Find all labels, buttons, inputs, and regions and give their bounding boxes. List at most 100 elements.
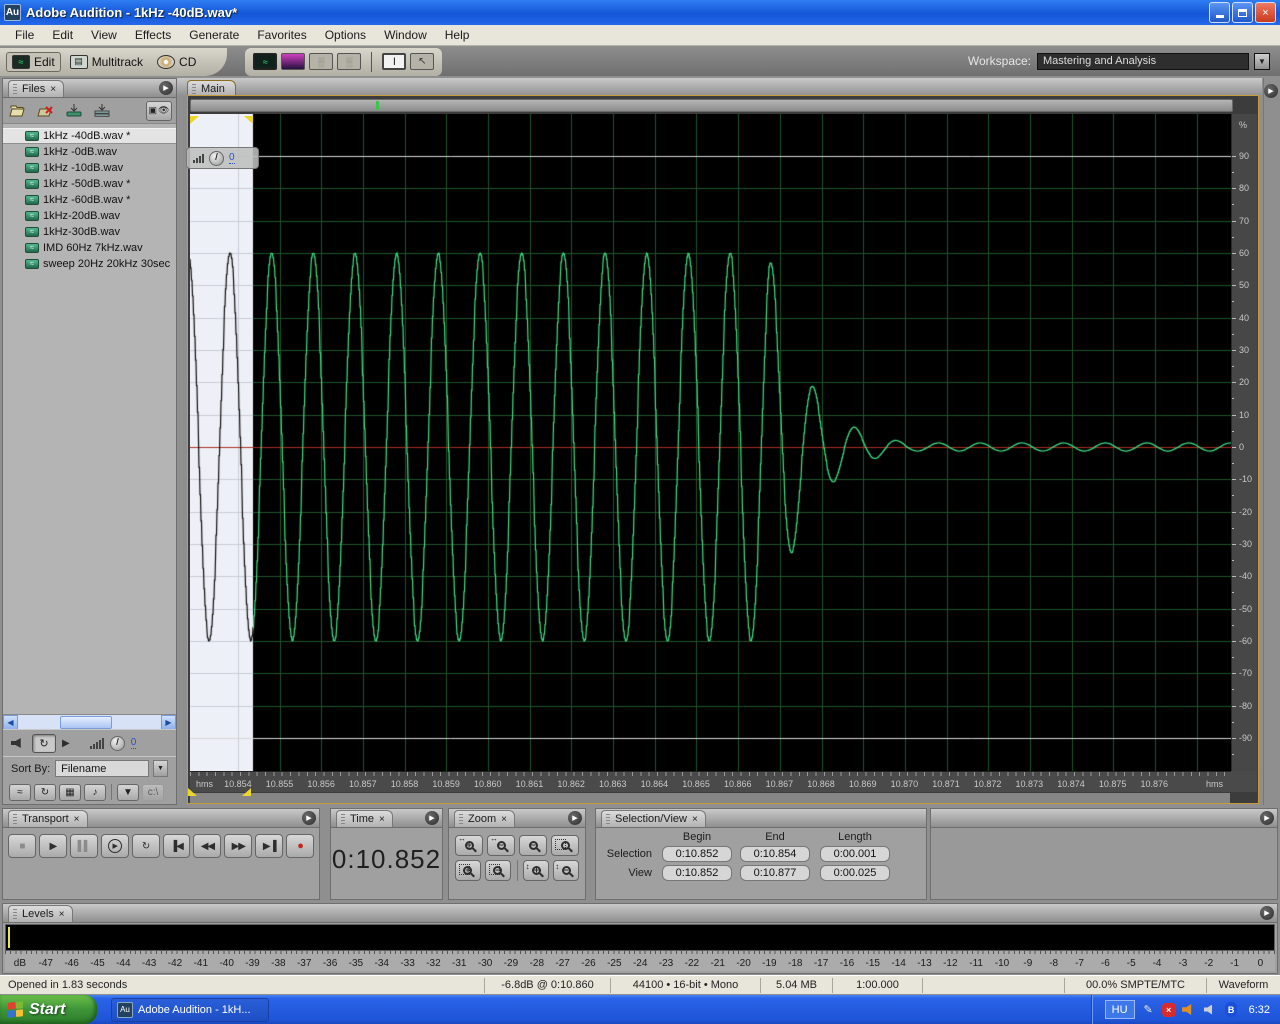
preview-play-button[interactable]: ▶ bbox=[62, 738, 70, 749]
full-path-button[interactable]: c:\ bbox=[142, 783, 164, 801]
zoom-menu-button[interactable]: ▶ bbox=[568, 811, 582, 825]
selection-view-close-icon[interactable]: × bbox=[692, 814, 698, 825]
transport-close-icon[interactable]: × bbox=[74, 814, 80, 825]
volume-hud[interactable]: 0 bbox=[186, 147, 259, 169]
scrub-tool-button[interactable]: ↖ bbox=[410, 53, 435, 70]
open-file-button[interactable] bbox=[7, 102, 29, 120]
record-button[interactable]: ● bbox=[286, 834, 315, 858]
file-list-item[interactable]: ≈1kHz -50dB.wav * bbox=[3, 176, 176, 192]
view-end-field[interactable]: 0:10.877 bbox=[740, 865, 810, 881]
file-list-item[interactable]: ≈ IMD 60Hz 7kHz.wav bbox=[3, 240, 176, 256]
preview-volume-value[interactable]: 0 bbox=[130, 737, 137, 749]
menu-generate[interactable]: Generate bbox=[180, 26, 248, 44]
spectral-frequency-button[interactable] bbox=[281, 53, 306, 70]
menu-view[interactable]: View bbox=[82, 26, 126, 44]
zoom-out-horizontal-button[interactable]: ↔ − bbox=[487, 835, 515, 856]
audio-device-icon[interactable] bbox=[1203, 1002, 1218, 1017]
menu-options[interactable]: Options bbox=[316, 26, 375, 44]
zoom-in-left-edge-button[interactable]: + bbox=[455, 860, 481, 881]
file-list-item[interactable]: ≈1kHz -60dB.wav * bbox=[3, 192, 176, 208]
file-list-item[interactable]: ≈1kHz -10dB.wav bbox=[3, 160, 176, 176]
files-tab[interactable]: Files × bbox=[8, 80, 65, 97]
view-position-indicator[interactable] bbox=[376, 101, 379, 110]
display-options-toggle[interactable]: ▣ 👁 bbox=[146, 100, 172, 121]
scroll-left-arrow[interactable]: ◀ bbox=[3, 714, 18, 730]
zoom-tab[interactable]: Zoom × bbox=[454, 810, 515, 827]
go-to-beginning-button[interactable]: ▐◀ bbox=[162, 834, 191, 858]
files-close-icon[interactable]: × bbox=[50, 84, 56, 95]
time-close-icon[interactable]: × bbox=[379, 814, 385, 825]
selection-start-handle-bottom[interactable] bbox=[188, 788, 197, 796]
cd-view-button[interactable]: CD bbox=[152, 53, 201, 71]
sort-by-select[interactable]: Filename bbox=[55, 760, 149, 777]
selection-view-tab[interactable]: Selection/View × bbox=[601, 810, 706, 827]
show-audio-files-button[interactable]: ≈ bbox=[9, 783, 31, 801]
show-loop-files-button[interactable]: ↻ bbox=[34, 783, 56, 801]
waveform-display[interactable] bbox=[190, 114, 1232, 771]
dock-menu-button[interactable]: ▶ bbox=[1264, 84, 1278, 98]
file-list-item[interactable]: ≈1kHz-20dB.wav bbox=[3, 208, 176, 224]
view-begin-field[interactable]: 0:10.852 bbox=[662, 865, 732, 881]
show-video-files-button[interactable]: ▦ bbox=[59, 783, 81, 801]
view-length-field[interactable]: 0:00.025 bbox=[820, 865, 890, 881]
show-midi-files-button[interactable]: ♪ bbox=[84, 783, 106, 801]
selection-end-handle-top[interactable] bbox=[244, 116, 253, 124]
mute-preview-icon[interactable] bbox=[11, 738, 21, 748]
files-panel-menu-button[interactable]: ▶ bbox=[159, 81, 173, 95]
stop-button[interactable]: ■ bbox=[8, 834, 36, 858]
zoom-out-vertical-button[interactable]: ↕ − bbox=[553, 860, 579, 881]
file-list-item[interactable]: ≈1kHz -0dB.wav bbox=[3, 144, 176, 160]
preview-volume-knob[interactable] bbox=[109, 735, 125, 751]
selection-begin-field[interactable]: 0:10.852 bbox=[662, 846, 732, 862]
scrollbar-thumb[interactable] bbox=[60, 715, 112, 729]
time-menu-button[interactable]: ▶ bbox=[425, 811, 439, 825]
zoom-out-full-button[interactable]: − bbox=[519, 835, 547, 856]
menu-window[interactable]: Window bbox=[375, 26, 436, 44]
loop-preview-button[interactable]: ↻ bbox=[32, 733, 56, 753]
waveform-display-button[interactable]: ≈ bbox=[253, 53, 278, 70]
time-tab[interactable]: Time × bbox=[336, 810, 393, 827]
security-alert-icon[interactable]: × bbox=[1161, 1002, 1176, 1017]
multitrack-view-button[interactable]: ▤ Multitrack bbox=[65, 53, 148, 71]
dock-area-menu-button[interactable]: ▶ bbox=[1260, 811, 1274, 825]
main-tab[interactable]: Main bbox=[187, 80, 236, 96]
filter-view-button[interactable]: ▼ bbox=[117, 783, 139, 801]
play-looped-button[interactable]: ↻ bbox=[131, 834, 160, 858]
menu-help[interactable]: Help bbox=[436, 26, 479, 44]
file-list-item[interactable]: ≈1kHz -40dB.wav * bbox=[3, 128, 176, 144]
sort-dropdown-arrow[interactable]: ▼ bbox=[153, 760, 168, 777]
zoom-close-icon[interactable]: × bbox=[501, 814, 507, 825]
taskbar-item-audition[interactable]: Au Adobe Audition - 1kH... bbox=[111, 997, 269, 1022]
hud-volume-knob[interactable] bbox=[209, 150, 224, 166]
files-horizontal-scrollbar[interactable]: ◀ ▶ bbox=[3, 714, 176, 730]
transport-tab[interactable]: Transport × bbox=[8, 810, 88, 827]
workspace-dropdown-arrow[interactable]: ▼ bbox=[1254, 52, 1270, 70]
transport-menu-button[interactable]: ▶ bbox=[302, 811, 316, 825]
menu-favorites[interactable]: Favorites bbox=[248, 26, 315, 44]
restore-button[interactable] bbox=[1232, 2, 1253, 23]
menu-file[interactable]: File bbox=[6, 26, 43, 44]
spectral-phase-button[interactable]: ▒ bbox=[337, 53, 362, 70]
file-list-item[interactable]: ≈1kHz-30dB.wav bbox=[3, 224, 176, 240]
edit-view-button[interactable]: ≈ Edit bbox=[6, 51, 61, 72]
workspace-select[interactable]: Mastering and Analysis bbox=[1037, 52, 1249, 70]
levels-close-icon[interactable]: × bbox=[59, 909, 65, 920]
zoom-in-vertical-button[interactable]: ↕ + bbox=[523, 860, 550, 881]
insert-multitrack-button[interactable] bbox=[91, 102, 113, 120]
selection-end-field[interactable]: 0:10.854 bbox=[740, 846, 810, 862]
zoom-to-selection-button[interactable] bbox=[551, 835, 579, 856]
levels-menu-button[interactable]: ▶ bbox=[1260, 906, 1274, 920]
pause-button[interactable]: ▌▌ bbox=[69, 834, 98, 858]
go-to-end-button[interactable]: ▶▐ bbox=[255, 834, 284, 858]
close-button[interactable]: × bbox=[1255, 2, 1276, 23]
wave-overview-scrollbar[interactable] bbox=[190, 99, 1233, 112]
file-list-item[interactable]: ≈ sweep 20Hz 20kHz 30sec bbox=[3, 256, 176, 272]
selection-start-handle-top[interactable] bbox=[190, 116, 199, 124]
volume-icon[interactable] bbox=[1182, 1002, 1197, 1017]
language-indicator[interactable]: HU bbox=[1104, 1000, 1135, 1019]
bluetooth-icon[interactable]: B bbox=[1224, 1002, 1239, 1017]
rewind-button[interactable]: ◀◀ bbox=[193, 834, 222, 858]
timeline-ruler[interactable]: hms 10.854 10.855 10.856 10.857 10.858 10.859… bbox=[190, 771, 1233, 792]
selection-end-handle-bottom[interactable] bbox=[242, 788, 251, 796]
spectral-pan-button[interactable]: ▒ bbox=[309, 53, 334, 70]
